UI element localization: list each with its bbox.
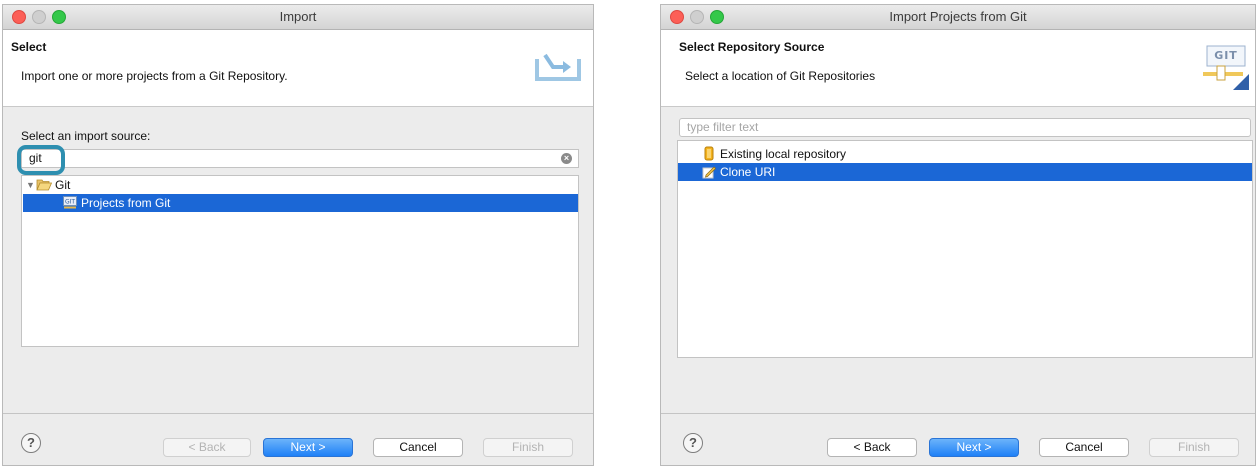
back-button[interactable]: < Back <box>827 438 917 457</box>
window-title: Import Projects from Git <box>889 9 1027 24</box>
list-item-label: Existing local repository <box>720 147 847 161</box>
import-source-tree: ▼ Git GIT Projects from Git <box>21 175 579 347</box>
filter-placeholder: type filter text <box>687 120 759 134</box>
tree-item-git[interactable]: ▼ Git <box>22 176 578 194</box>
git-icon-label: GIT <box>1214 49 1238 62</box>
filter-input[interactable]: type filter text <box>679 118 1251 137</box>
repository-source-list: Existing local repository Clone URI <box>677 140 1253 358</box>
minimize-window-button[interactable] <box>32 10 46 24</box>
svg-text:GIT: GIT <box>65 199 75 206</box>
page-description: Select a location of Git Repositories <box>685 69 876 83</box>
next-button[interactable]: Next > <box>263 438 353 457</box>
close-window-button[interactable] <box>12 10 26 24</box>
list-item-existing-local-repository[interactable]: Existing local repository <box>678 145 1252 163</box>
import-projects-from-git-dialog: Import Projects from Git Select Reposito… <box>660 4 1256 466</box>
chevron-down-icon[interactable]: ▼ <box>26 176 35 194</box>
button-bar-separator <box>661 413 1255 414</box>
list-item-label: Clone URI <box>720 165 776 179</box>
cancel-button[interactable]: Cancel <box>1039 438 1129 457</box>
page-title: Select <box>11 40 47 54</box>
wizard-header: Select Repository Source Select a locati… <box>661 30 1255 107</box>
zoom-window-button[interactable] <box>52 10 66 24</box>
next-button[interactable]: Next > <box>929 438 1019 457</box>
clear-icon[interactable]: × <box>561 153 572 164</box>
page-description: Import one or more projects from a Git R… <box>21 69 288 83</box>
clone-icon <box>702 165 716 184</box>
cancel-button[interactable]: Cancel <box>373 438 463 457</box>
wizard-header: Select Import one or more projects from … <box>3 30 593 107</box>
import-wizard-icon <box>533 45 585 88</box>
back-button[interactable]: < Back <box>163 438 251 457</box>
git-projects-icon: GIT <box>63 196 77 214</box>
titlebar: Import <box>3 5 593 30</box>
page-title: Select Repository Source <box>679 40 825 54</box>
help-icon[interactable]: ? <box>683 433 703 453</box>
tree-item-label: Git <box>55 178 71 192</box>
finish-button[interactable]: Finish <box>483 438 573 457</box>
help-icon[interactable]: ? <box>21 433 41 453</box>
tree-item-label: Projects from Git <box>81 196 171 210</box>
minimize-window-button[interactable] <box>690 10 704 24</box>
git-wizard-icon: GIT <box>1201 42 1249 90</box>
import-filter-input[interactable]: git × <box>21 149 579 168</box>
import-source-label: Select an import source: <box>21 129 151 143</box>
filter-highlight-ring <box>17 145 65 175</box>
window-title: Import <box>279 9 317 24</box>
zoom-window-button[interactable] <box>710 10 724 24</box>
list-item-clone-uri[interactable]: Clone URI <box>678 163 1252 181</box>
button-bar-separator <box>3 413 593 414</box>
titlebar: Import Projects from Git <box>661 5 1255 30</box>
finish-button[interactable]: Finish <box>1149 438 1239 457</box>
import-dialog: Import Select Import one or more project… <box>2 4 594 466</box>
close-window-button[interactable] <box>670 10 684 24</box>
tree-item-projects-from-git[interactable]: GIT Projects from Git <box>23 194 578 212</box>
